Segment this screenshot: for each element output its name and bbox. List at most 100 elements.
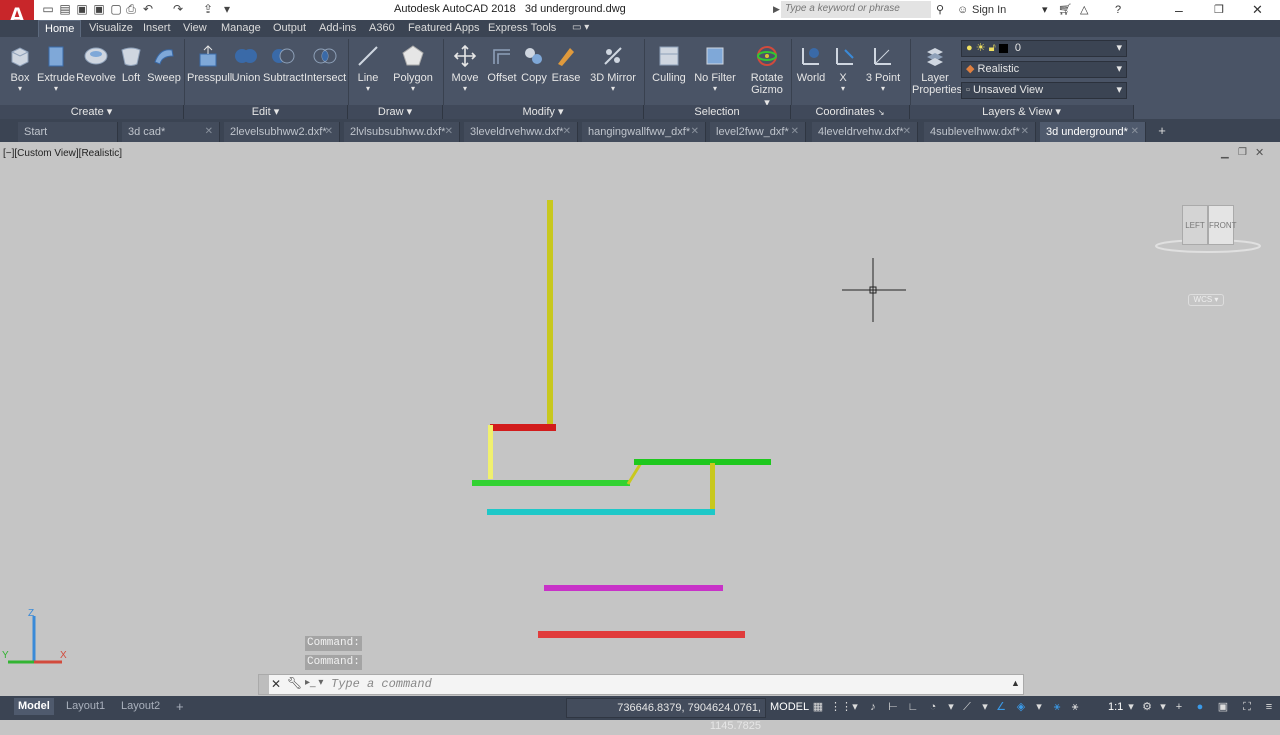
offset-tool[interactable]: Offset [484, 37, 520, 109]
hardware-acceleration-icon[interactable]: ▣ [1216, 700, 1230, 714]
culling-tool[interactable]: Culling [650, 37, 688, 109]
close-tab-icon[interactable]: ✕ [563, 122, 571, 142]
panel-create[interactable]: Create ▾ [0, 105, 184, 119]
polar-dropdown-icon[interactable]: ▾ [944, 700, 958, 714]
close-tab-icon[interactable]: ✕ [1131, 122, 1139, 142]
panel-layers-view[interactable]: Layers & View ▾ [910, 105, 1134, 119]
restore-button[interactable]: ❐ [1214, 2, 1224, 18]
close-tab-icon[interactable]: ✕ [205, 122, 213, 142]
file-tab[interactable]: hangingwallfww_dxf* ✕ [582, 122, 706, 142]
no-filter-tool[interactable]: No Filter ▾ [692, 37, 738, 109]
move-tool[interactable]: Move ▾ [448, 37, 482, 109]
file-tab[interactable]: 3leveldrvehww.dxf* ✕ [464, 122, 578, 142]
drawing-viewport[interactable]: [−][Custom View][Realistic] ▁ ❐ ✕ LEFT F… [0, 142, 1280, 696]
revolve-tool[interactable]: Revolve [76, 37, 116, 109]
new-icon[interactable]: ▭ [40, 2, 56, 17]
wcs-menu[interactable]: WCS ▾ [1188, 294, 1224, 306]
intersect-tool[interactable]: Intersect [304, 37, 346, 109]
plot-web-icon[interactable]: ▢ [108, 2, 124, 17]
command-input[interactable]: Type a command [331, 677, 432, 691]
tab-manage[interactable]: Manage [215, 20, 267, 37]
share-icon[interactable]: ⇪ [200, 2, 216, 17]
recent-commands-icon[interactable]: ▸_ ▾ [305, 677, 323, 688]
tab-model[interactable]: Model [14, 698, 54, 715]
help-icon[interactable]: ? [1115, 2, 1121, 18]
panel-modify[interactable]: Modify ▾ [443, 105, 644, 119]
layer-properties-tool[interactable]: Layer Properties [912, 37, 962, 109]
command-line-grip[interactable] [259, 675, 269, 694]
snap-icon[interactable]: ⋮⋮ [830, 700, 852, 714]
print-icon[interactable]: ⎙ [123, 2, 139, 17]
tab-layout2[interactable]: Layout2 [117, 698, 164, 715]
file-tab[interactable]: 3d cad* ✕ [122, 122, 220, 142]
isodraft-icon[interactable]: ⟋ [960, 700, 974, 714]
3d-mirror-tool[interactable]: 3D Mirror ▾ [588, 37, 638, 109]
tab-home[interactable]: Home [38, 20, 82, 37]
grid-icon[interactable]: ▦ [811, 700, 825, 714]
tab-visualize[interactable]: Visualize [83, 20, 139, 37]
tab-view[interactable]: View [177, 20, 213, 37]
file-tab[interactable]: level2fww_dxf* ✕ [710, 122, 806, 142]
ribbon-toggle-icon[interactable]: ▭ ▾ [572, 22, 589, 33]
viewcube-front-face[interactable]: FRONT [1208, 205, 1237, 245]
save-as-icon[interactable]: ▣ [91, 2, 107, 17]
rotate-gizmo-tool[interactable]: Rotate Gizmo ▾ [748, 37, 786, 109]
snap-dropdown-icon[interactable]: ▾ [848, 700, 862, 714]
isodraft-dropdown-icon[interactable]: ▾ [978, 700, 992, 714]
erase-tool[interactable]: Erase [549, 37, 583, 109]
box-tool[interactable]: Box ▾ [4, 37, 36, 109]
file-tab[interactable]: 4leveldrvehw.dxf* ✕ [812, 122, 918, 142]
command-history-toggle-icon[interactable]: ▲ [1011, 678, 1020, 688]
open-icon[interactable]: ▤ [57, 2, 73, 17]
file-tab-start[interactable]: Start [18, 122, 118, 142]
undo-icon[interactable]: ↶ [140, 2, 156, 17]
tab-express-tools[interactable]: Express Tools [482, 20, 562, 37]
copy-tool[interactable]: Copy [520, 37, 548, 109]
presspull-tool[interactable]: Presspull [187, 37, 232, 109]
file-tab[interactable]: 4sublevelhww.dxf* ✕ [924, 122, 1036, 142]
named-view-dropdown[interactable]: ▫ Unsaved View ▾ [961, 82, 1127, 99]
subtract-tool[interactable]: Subtract [263, 37, 304, 109]
tab-add-ins[interactable]: Add-ins [313, 20, 362, 37]
isolate-objects-icon[interactable]: ● [1193, 700, 1207, 714]
3d-object-snap-icon[interactable]: ◈ [1014, 700, 1028, 714]
workspace-gear-icon[interactable]: ⚙ [1140, 700, 1154, 714]
panel-coordinates[interactable]: Coordinates ↘ [791, 105, 910, 119]
auto-scale-icon[interactable]: ⚹ [1068, 700, 1082, 714]
close-tab-icon[interactable]: ✕ [903, 122, 911, 142]
a360-icon[interactable]: △ [1080, 2, 1088, 18]
file-tab[interactable]: 2levelsubhww2.dxf* ✕ [224, 122, 340, 142]
line-tool[interactable]: Line ▾ [352, 37, 384, 109]
scale-dropdown-icon[interactable]: ▾ [1124, 700, 1138, 714]
panel-selection[interactable]: Selection [644, 105, 791, 119]
binoculars-icon[interactable]: ⚲ [936, 2, 944, 18]
file-tab-active[interactable]: 3d underground* ✕ [1040, 122, 1146, 142]
osnap-dropdown-icon[interactable]: ▾ [1032, 700, 1046, 714]
ucs-x-tool[interactable]: X ▾ [832, 37, 854, 109]
customize-wrench-icon[interactable]: 🔧︎ [287, 676, 302, 690]
search-expand-icon[interactable]: ▶ [773, 4, 780, 15]
plus-icon[interactable]: + [1172, 700, 1186, 714]
minimize-button[interactable]: – [1175, 2, 1183, 18]
polar-tracking-icon[interactable]: ◔ [926, 700, 940, 714]
new-tab-button[interactable]: + [1154, 123, 1170, 139]
close-tab-icon[interactable]: ✕ [445, 122, 453, 142]
tab-layout1[interactable]: Layout1 [62, 698, 109, 715]
cart-icon[interactable]: 🛒︎ [1058, 2, 1072, 18]
add-layout-button[interactable]: + [172, 698, 188, 715]
tab-output[interactable]: Output [267, 20, 312, 37]
annotation-scale[interactable]: 1:1 [1108, 701, 1123, 713]
extrude-tool[interactable]: Extrude ▾ [37, 37, 75, 109]
viewcube-left-face[interactable]: LEFT [1182, 205, 1208, 245]
close-tab-icon[interactable]: ✕ [791, 122, 799, 142]
close-tab-icon[interactable]: ✕ [325, 122, 333, 142]
model-space-toggle[interactable]: MODEL [770, 701, 809, 713]
close-tab-icon[interactable]: ✕ [691, 122, 699, 142]
annotation-visibility-icon[interactable]: ⚹ [1050, 700, 1064, 714]
visual-style-dropdown[interactable]: ◆ Realistic ▾ [961, 61, 1127, 78]
search-input[interactable]: Type a keyword or phrase [781, 1, 931, 18]
workspace-dropdown-icon[interactable]: ▾ [1156, 700, 1170, 714]
panel-draw[interactable]: Draw ▾ [348, 105, 443, 119]
union-tool[interactable]: Union [230, 37, 262, 109]
signin-dropdown-icon[interactable]: ▾ [1042, 2, 1048, 18]
